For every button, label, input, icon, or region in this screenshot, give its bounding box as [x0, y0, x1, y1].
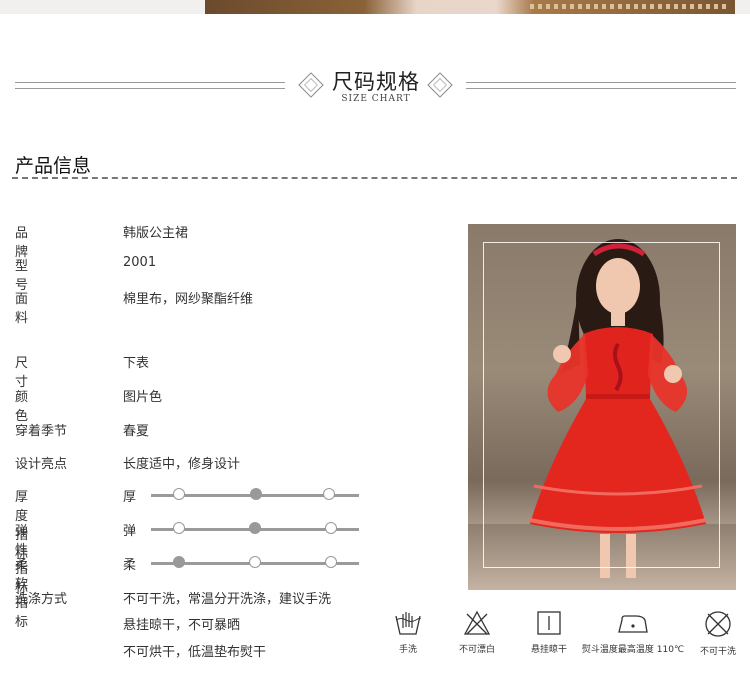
care-item-iron: 熨斗温度最高温度 110℃	[577, 610, 689, 655]
wash-label: 洗涤方式	[15, 592, 68, 607]
section-title: 产品信息	[15, 155, 92, 177]
no-dry-clean-icon	[705, 611, 731, 637]
spec-label: 穿着季节	[15, 424, 68, 439]
scale-knob	[173, 488, 185, 500]
section-divider	[12, 177, 737, 179]
diamond-ornament-left	[298, 72, 324, 98]
header-line-left	[15, 82, 285, 89]
scale-end-label: 厚	[123, 490, 137, 505]
scale-knob-selected	[249, 522, 261, 534]
scale-knob	[325, 522, 337, 534]
spec-value: 长度适中，修身设计	[123, 457, 241, 472]
spec-value: 春夏	[123, 424, 150, 439]
care-instructions: 手洗 不可漂白 悬挂晾干 熨斗温度最高温度 110℃ 不可干洗	[385, 610, 750, 670]
scale-knob	[325, 556, 337, 568]
care-item-hang-dry: 悬挂晾干	[521, 610, 577, 655]
product-photo	[468, 224, 736, 590]
decorative-rivets	[530, 4, 730, 9]
header-subtitle: SIZE CHART	[341, 94, 411, 104]
top-photo-strip	[0, 0, 750, 14]
iron-icon	[618, 615, 648, 633]
spec-value: 棉里布，网纱聚酯纤维	[123, 292, 254, 307]
spec-value: 2001	[123, 255, 157, 270]
scale-knob-selected	[250, 488, 262, 500]
size-chart-header: 尺码规格 SIZE CHART	[0, 62, 750, 112]
hand-wash-icon	[395, 612, 421, 635]
diamond-ornament-right	[427, 72, 453, 98]
spec-label: 尺寸	[15, 356, 55, 390]
scale-knob	[173, 522, 185, 534]
spec-label: 面料	[15, 292, 55, 326]
care-item-no-bleach: 不可漂白	[449, 610, 505, 655]
spec-label: 设计亮点	[15, 457, 68, 472]
spec-value: 韩版公主裙	[123, 226, 189, 241]
scale-end-label: 柔	[123, 558, 137, 573]
scale-knob	[323, 488, 335, 500]
spec-value: 图片色	[123, 390, 163, 405]
scale-end-label: 弹	[123, 524, 137, 539]
header-title: 尺码规格	[332, 70, 420, 94]
care-item-no-dry-clean: 不可干洗	[698, 610, 738, 657]
care-label: 熨斗温度最高温度 110℃	[581, 645, 685, 655]
care-label: 悬挂晾干	[530, 645, 567, 655]
wash-line: 悬挂晾干，不可暴晒	[123, 618, 241, 633]
no-bleach-icon	[463, 610, 491, 635]
hang-dry-icon	[537, 611, 561, 635]
care-label: 不可漂白	[458, 645, 495, 655]
scale-knob	[249, 556, 261, 568]
wash-line: 不可烘干，低温垫布熨干	[123, 645, 267, 660]
spec-label: 颜色	[15, 390, 55, 424]
spec-value: 下表	[123, 356, 150, 371]
care-label: 不可干洗	[699, 647, 736, 657]
photo-inner-frame	[483, 242, 720, 568]
wash-line: 不可干洗，常温分开洗涤，建议手洗	[123, 592, 332, 607]
scale-knob-selected	[173, 556, 185, 568]
care-label: 手洗	[398, 645, 417, 655]
header-line-right	[466, 82, 736, 89]
care-item-hand-wash: 手洗	[385, 610, 431, 655]
